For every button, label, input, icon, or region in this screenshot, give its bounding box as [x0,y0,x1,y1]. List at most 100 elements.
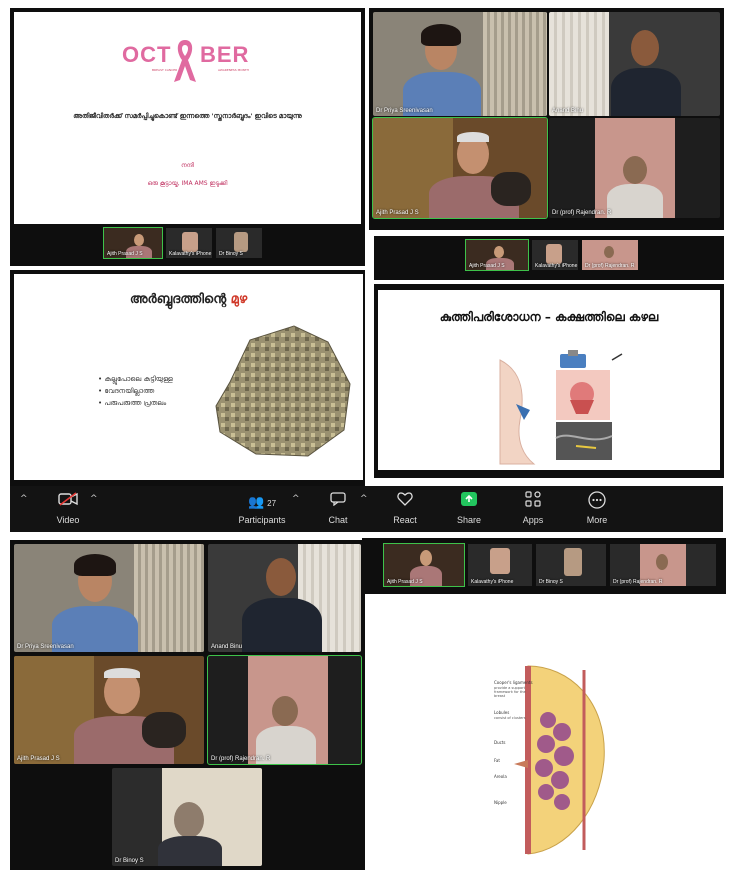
strip-tile[interactable]: Dr (prof) Rajendran. R [610,544,716,586]
video-tile[interactable]: Dr (prof) Rajendran. R [549,118,720,218]
participant-name: Ajith Prasad J S [387,579,423,585]
chevron-up-icon[interactable]: ^ [360,494,368,504]
slide-title-highlight: മുഴ [230,292,248,307]
october-logo: OCT BER BREAST CANCER AWARENESS MONTH [122,38,262,82]
video-tile[interactable]: Dr Binoy S [112,768,262,866]
participant-name: Kalavathy's iPhone [535,263,578,269]
bullet-list: • കല്ലുപോലെ കട്ടിയുള്ള • വേദനയില്ലാത്ത •… [98,372,173,411]
strip-tile[interactable]: Ajith Prasad J S [465,239,529,271]
pyrite-rock-image [215,325,351,457]
participant-name: Dr (prof) Rajendran. R [613,579,663,585]
malayalam-dedication: അതിജീവിതർക്ക് സമർപ്പിച്ചുകൊണ്ട് ഇന്നത്തെ… [73,112,302,120]
strip-tile[interactable]: Kalavathy's iPhone [532,240,578,270]
chevron-up-icon[interactable]: ^ [20,494,28,504]
participant-name: Anand Binu [552,108,584,114]
strip-tile[interactable]: Kalavathy's iPhone [468,544,532,586]
shared-slide-october: OCT BER BREAST CANCER AWARENESS MONTH അത… [14,12,361,224]
october-text-left: OCT [122,42,172,67]
participant-name: Dr Binoy S [219,251,243,257]
participant-name: Ajith Prasad J S [469,263,505,269]
strip-tile[interactable]: Dr Binoy S [536,544,606,586]
strip-tile[interactable]: Dr (prof) Rajendran. R [582,240,638,270]
top-right-panel: Dr Priya Sreenivasan Anand Binu Ajith Pr… [369,8,724,230]
diagram-label: Lobules [494,710,510,715]
video-tile[interactable]: Anand Binu [549,12,720,116]
slide-title-main: അർബ്ബുദത്തിന്റെ [129,292,227,307]
diagram-label: consist of clusters [494,716,526,720]
strip-tile[interactable]: Kalavathy's iPhone [166,228,212,258]
strip-tile[interactable]: Ajith Prasad J S [383,543,465,587]
bullet-item: • വേദനയില്ലാത്ത [98,387,155,395]
participant-name: Ajith Prasad J S [107,251,143,257]
strip-tile[interactable]: Dr Binoy S [216,228,262,258]
video-tile[interactable]: Dr Priya Sreenivasan [14,544,204,652]
bullet-item: • കല്ലുപോലെ കട്ടിയുള്ള [98,375,173,383]
diagram-label: Fat [494,758,500,763]
participant-name: Dr (prof) Rajendran. R [585,263,635,269]
share-screen-icon [448,491,490,513]
diagram-label: Areola [494,774,507,779]
video-tile[interactable]: Dr (prof) Rajendran. R [207,655,362,765]
apps-label: Apps [522,515,544,525]
more-label: More [586,515,608,525]
chat-button[interactable]: Chat [320,486,356,532]
chevron-up-icon[interactable]: ^ [292,494,300,504]
video-label: Video [56,515,80,525]
participant-name: Anand Binu [211,644,243,650]
participant-name: Kalavathy's iPhone [169,251,212,257]
slide-title: കുത്തിപരിശോധന – കക്ഷത്തിലെ കഴല [439,310,659,324]
video-tile[interactable]: Ajith Prasad J S [14,656,204,764]
participants-icon: 👥 27 [247,494,277,509]
mid-right-panel: കുത്തിപരിശോധന – കക്ഷത്തിലെ കഴല [374,284,724,478]
more-button[interactable]: More [576,486,618,532]
participants-button[interactable]: 👥 27 Participants [226,486,298,532]
video-tile[interactable]: Anand Binu [208,544,361,652]
apps-button[interactable]: Apps [512,486,554,532]
more-icon [576,491,618,513]
axilla-exam-illustration [499,350,623,465]
participant-name: Dr Priya Sreenivasan [376,108,433,114]
october-subtag: BREAST CANCER [152,68,178,72]
pink-ribbon-icon [174,40,196,82]
participant-name: Ajith Prasad J S [376,210,419,216]
participants-count: 27 [267,499,277,508]
diagram-label: Cooper's ligaments [494,680,533,685]
mid-left-panel: അർബ്ബുദത്തിന്റെ മുഴ • കല്ലുപോലെ കട്ടിയുള… [10,270,365,486]
chevron-up-icon[interactable]: ^ [90,494,98,504]
video-button[interactable]: Video [48,486,88,532]
diagram-label: Nipple [494,800,507,805]
participant-strip-1: Ajith Prasad J S Kalavathy's iPhone Dr B… [10,224,365,266]
credit-text: ഒരു കൂട്ടായ്മ, IMA AMS ഇടുക്കി [147,180,228,187]
participant-name: Dr Binoy S [115,858,144,864]
video-tile[interactable]: Dr Priya Sreenivasan [373,12,547,116]
top-left-panel: OCT BER BREAST CANCER AWARENESS MONTH അത… [10,8,365,266]
participants-label: Participants [238,515,286,525]
diagram-label: Ducts [494,740,506,745]
participant-name: Ajith Prasad J S [17,756,60,762]
participant-name: Dr (prof) Rajendran. R [552,210,612,216]
meeting-toolbar: ^ Video ^ 👥 27 Participants ^ Chat ^ Reac… [10,486,723,532]
participant-name: Dr Priya Sreenivasan [17,644,74,650]
shared-slide-tumor: അർബ്ബുദത്തിന്റെ മുഴ • കല്ലുപോലെ കട്ടിയുള… [14,274,363,480]
thanks-text: നന്ദി [181,162,194,169]
participant-name: Dr (prof) Rajendran. R [211,756,271,762]
share-button[interactable]: Share [448,486,490,532]
october-subtag2: AWARENESS MONTH [218,68,249,72]
slide-title: അർബ്ബുദത്തിന്റെ മുഴ [14,292,363,307]
october-text-right: BER [200,42,250,67]
apps-icon [512,491,554,513]
bottom-left-gallery: Dr Priya Sreenivasan Anand Binu Ajith Pr… [10,540,365,870]
chat-icon [320,491,356,513]
shared-slide-axilla: കുത്തിപരിശോധന – കക്ഷത്തിലെ കഴല [378,290,720,470]
video-off-icon [48,491,88,513]
react-button[interactable]: React [384,486,426,532]
participant-name: Dr Binoy S [539,579,563,585]
video-tile[interactable]: Ajith Prasad J S [372,117,548,219]
bullet-item: • പരുപരുത്ത പ്രതലം [98,399,167,407]
participant-name: Kalavathy's iPhone [471,579,514,585]
react-label: React [393,515,417,525]
participant-strip-2: Ajith Prasad J S Kalavathy's iPhone Dr (… [374,236,724,280]
diagram-label: provide a support framework for the brea… [494,686,526,698]
strip-tile[interactable]: Ajith Prasad J S [103,227,163,259]
heart-icon [384,491,426,513]
